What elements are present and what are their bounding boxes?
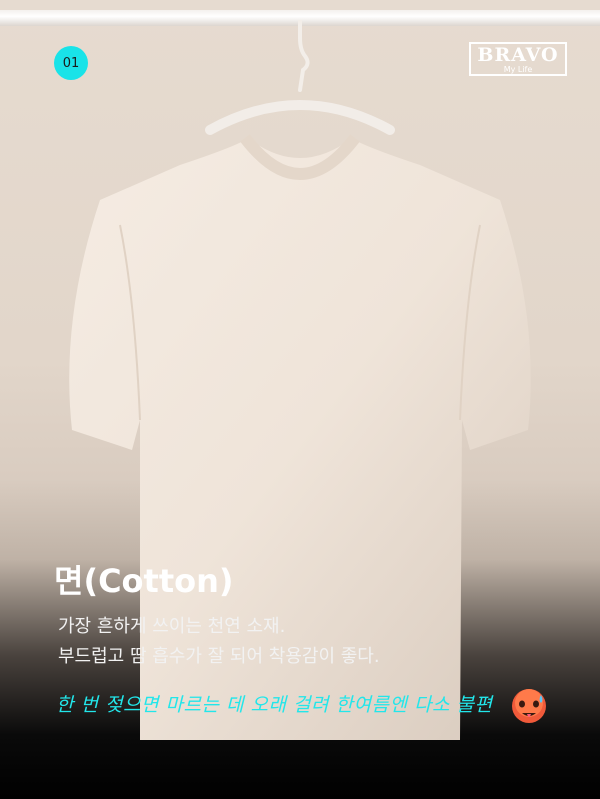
step-badge: 01 (54, 46, 88, 80)
description-line: 가장 흔하게 쓰이는 천연 소재. (58, 616, 286, 637)
fabric-title: 면(Cotton) (54, 562, 234, 600)
brand-name: BRAVO (477, 44, 559, 66)
fabric-description: 가장 흔하게 쓰이는 천연 소재. 부드럽고 땀 흡수가 잘 되어 착용감이 좋… (58, 612, 380, 672)
brand-tagline: My Life (503, 65, 533, 74)
brand-logo: BRAVO My Life (469, 42, 567, 76)
description-line: 부드럽고 땀 흡수가 잘 되어 착용감이 좋다. (58, 646, 380, 667)
step-number: 01 (62, 55, 80, 71)
card: 01 BRAVO My Life 면(Cotton) 가장 흔하게 쓰이는 천연… (0, 0, 600, 799)
hot-face-icon (512, 689, 546, 723)
drawback-tip: 한 번 젖으면 마르는 데 오래 걸려 한여름엔 다소 불편 (56, 694, 493, 716)
